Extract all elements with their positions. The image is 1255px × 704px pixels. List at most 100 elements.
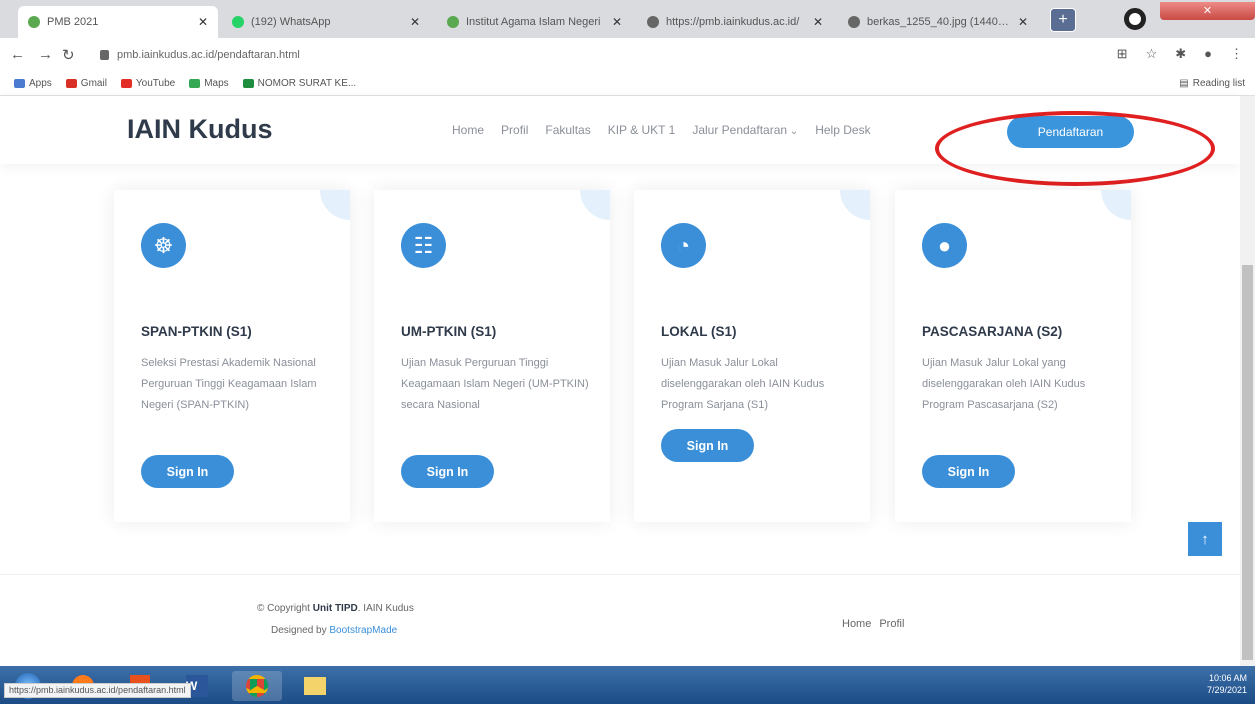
explorer-taskbar-icon[interactable] (290, 671, 340, 701)
browser-tab[interactable]: berkas_1255_40.jpg (1440×8 ✕ (838, 6, 1038, 38)
bookmark-item[interactable]: YouTube (120, 78, 176, 89)
designed-by-prefix: Designed by (271, 625, 327, 636)
reload-icon[interactable]: ↻ (62, 46, 75, 64)
bookmark-label: NOMOR SURAT KE... (257, 78, 357, 89)
bookmark-icon (120, 79, 132, 88)
site-logo[interactable]: IAIN Kudus (127, 114, 273, 145)
translate-icon[interactable]: ⊞ (1117, 46, 1128, 62)
card-title: SPAN-PTKIN (S1) (141, 324, 252, 339)
card-decoration (320, 190, 350, 220)
sign-in-button[interactable]: Sign In (141, 455, 234, 488)
bookmark-label: Maps (204, 78, 229, 89)
tab-favicon-icon (447, 16, 459, 28)
nav-item[interactable]: KIP & UKT 1 (608, 123, 676, 137)
bookmark-item[interactable]: NOMOR SURAT KE... (242, 78, 357, 89)
nav-item[interactable]: Fakultas (545, 123, 590, 137)
site-footer: © Copyright Unit TIPD. IAIN Kudus Design… (0, 574, 1240, 650)
bookmark-icon (14, 79, 25, 88)
tab-close-icon[interactable]: ✕ (410, 15, 420, 29)
bookmark-icon (242, 79, 254, 88)
tab-close-icon[interactable]: ✕ (198, 15, 208, 29)
system-tray-clock[interactable]: 10:06 AM 7/29/2021 (1207, 672, 1247, 696)
new-tab-button[interactable]: + (1050, 8, 1076, 32)
bookmark-item[interactable]: Apps (14, 78, 52, 89)
tab-favicon-icon (647, 16, 659, 28)
footer-link[interactable]: Profil (879, 618, 904, 630)
card-decoration (1101, 190, 1131, 220)
forward-icon[interactable]: → (38, 46, 53, 63)
card-title: PASCASARJANA (S2) (922, 324, 1063, 339)
address-bar-url: pmb.iainkudus.ac.id/pendaftaran.html (117, 49, 300, 61)
site-header: IAIN Kudus Home Profil Fakultas KIP & UKT 1… (0, 96, 1240, 186)
designed-by-text: Designed by BootstrapMade (271, 625, 397, 636)
address-bar[interactable]: pmb.iainkudus.ac.id/pendaftaran.html (100, 44, 1050, 66)
card-decoration (840, 190, 870, 220)
program-card: ● PASCASARJANA (S2) Ujian Masuk Jalur Loka… (895, 190, 1131, 522)
card-title: LOKAL (S1) (661, 324, 737, 339)
browser-tab[interactable]: (192) WhatsApp ✕ (222, 6, 430, 38)
main-nav: Home Profil Fakultas KIP & UKT 1 Jalur Penda… (452, 123, 871, 137)
file-text-icon: ☷ (401, 223, 446, 268)
tab-title: (192) WhatsApp (251, 16, 331, 28)
tab-close-icon[interactable]: ✕ (813, 15, 823, 29)
tab-title: berkas_1255_40.jpg (1440×8 (867, 16, 1010, 28)
bookmarks-bar: Apps Gmail YouTube Maps NOMOR SURAT KE... (0, 72, 1255, 96)
globe-icon: ● (922, 223, 967, 268)
extension-leaf-icon[interactable]: ● (1204, 46, 1212, 62)
clock-time: 10:06 AM (1208, 673, 1247, 683)
browser-tab[interactable]: PMB 2021 ✕ (18, 6, 218, 38)
bookmark-item[interactable]: Maps (189, 78, 229, 89)
program-card: ☷ UM-PTKIN (S1) Ujian Masuk Perguruan Ting… (374, 190, 610, 522)
dribbble-icon: ☸ (141, 223, 186, 268)
sign-in-button[interactable]: Sign In (922, 455, 1015, 488)
tab-title: Institut Agama Islam Negeri (466, 16, 601, 28)
profile-icon[interactable] (1124, 8, 1146, 30)
window-close-button[interactable]: ✕ (1160, 2, 1255, 20)
sign-in-button[interactable]: Sign In (401, 455, 494, 488)
clock-date: 7/29/2021 (1206, 685, 1247, 695)
reading-list-button[interactable]: ▤ Reading list (1179, 78, 1245, 89)
browser-tab[interactable]: https://pmb.iainkudus.ac.id/ ✕ (637, 6, 833, 38)
nav-item[interactable]: Home (452, 123, 484, 137)
red-circle-annotation (935, 111, 1215, 186)
footer-nav: Home Profil (842, 618, 904, 630)
tab-favicon-icon (28, 16, 40, 28)
bookmark-label: YouTube (135, 78, 176, 89)
speedometer-icon: ◔ (661, 223, 706, 268)
star-icon[interactable]: ☆ (1146, 46, 1158, 62)
chrome-taskbar-icon[interactable] (232, 671, 282, 701)
status-bar-url: https://pmb.iainkudus.ac.id/pendaftaran.… (4, 683, 191, 698)
bookmark-icon (189, 79, 201, 88)
back-icon[interactable]: ← (10, 46, 25, 63)
copyright-text: © Copyright Unit TIPD. IAIN Kudus (257, 603, 414, 614)
bookmark-item[interactable]: Gmail (65, 78, 107, 89)
footer-link[interactable]: Home (842, 618, 871, 630)
nav-item[interactable]: Profil (501, 123, 528, 137)
copyright-prefix: © Copyright (257, 603, 310, 614)
scrollbar-thumb[interactable] (1242, 265, 1253, 660)
menu-icon[interactable]: ⋮ (1230, 46, 1243, 62)
nav-item[interactable]: Help Desk (815, 123, 870, 137)
card-description: Seleksi Prestasi Akademik Nasional Pergu… (141, 357, 317, 411)
bootstrapmade-link[interactable]: BootstrapMade (329, 625, 397, 636)
copyright-owner: Unit TIPD (312, 603, 358, 614)
tab-favicon-icon (848, 16, 860, 28)
card-description: Ujian Masuk Perguruan Tinggi Keagamaan I… (401, 357, 589, 411)
lock-icon (100, 50, 109, 60)
sign-in-button[interactable]: Sign In (661, 429, 754, 462)
bookmark-icon (65, 79, 77, 88)
card-description: Ujian Masuk Jalur Lokal diselenggarakan … (661, 357, 825, 411)
card-description: Ujian Masuk Jalur Lokal yang diselenggar… (922, 357, 1086, 411)
tab-title: PMB 2021 (47, 16, 99, 28)
page-content: IAIN Kudus Home Profil Fakultas KIP & UKT 1… (0, 96, 1240, 650)
tab-close-icon[interactable]: ✕ (612, 15, 622, 29)
card-decoration (580, 190, 610, 220)
tab-close-icon[interactable]: ✕ (1018, 15, 1028, 29)
nav-item[interactable]: Jalur Pendaftaran (692, 123, 798, 137)
reading-list-label: Reading list (1192, 78, 1245, 89)
browser-tab[interactable]: Institut Agama Islam Negeri ✕ (437, 6, 632, 38)
extensions-icon[interactable]: ✱ (1175, 46, 1186, 62)
card-title: UM-PTKIN (S1) (401, 324, 497, 339)
reading-list-icon: ▤ (1179, 78, 1189, 89)
back-to-top-button[interactable]: ↑ (1188, 522, 1222, 556)
